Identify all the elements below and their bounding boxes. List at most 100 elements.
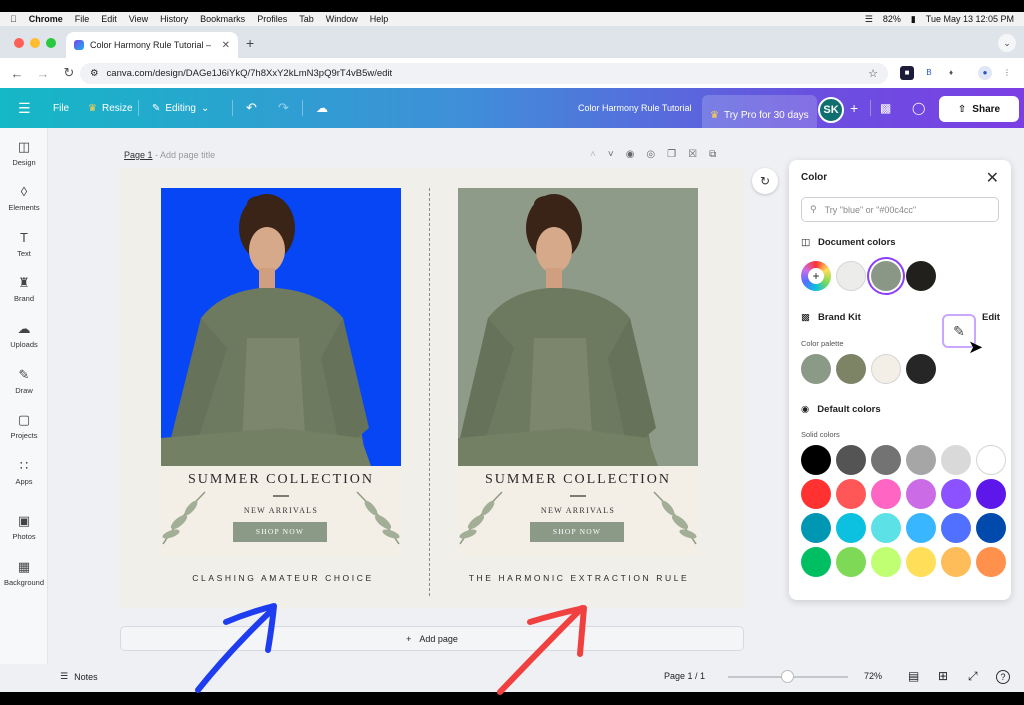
solid-color-swatch[interactable] bbox=[906, 513, 936, 543]
apple-icon[interactable]:  bbox=[10, 14, 17, 24]
tab-search-icon[interactable]: ⌄ bbox=[998, 34, 1016, 52]
model-photo[interactable] bbox=[458, 188, 698, 466]
pages-view-icon[interactable]: ▤ bbox=[908, 669, 919, 683]
solid-color-swatch[interactable] bbox=[801, 513, 831, 543]
solid-color-swatch[interactable] bbox=[976, 547, 1006, 577]
add-page-icon[interactable]: ⧉ bbox=[709, 149, 716, 160]
duplicate-icon[interactable]: ❐ bbox=[667, 149, 676, 160]
forward-icon[interactable]: → bbox=[36, 66, 50, 81]
solid-color-swatch[interactable] bbox=[941, 513, 971, 543]
solid-color-swatch[interactable] bbox=[976, 479, 1006, 509]
solid-color-swatch[interactable] bbox=[871, 547, 901, 577]
solid-color-swatch[interactable] bbox=[941, 547, 971, 577]
new-tab-icon[interactable]: + bbox=[246, 35, 254, 51]
menu-bookmarks[interactable]: Bookmarks bbox=[200, 14, 245, 24]
solid-color-swatch[interactable] bbox=[836, 547, 866, 577]
menu-edit[interactable]: Edit bbox=[101, 14, 117, 24]
add-page-button[interactable]: + Add page bbox=[120, 626, 744, 651]
chevron-up-icon[interactable]: ˄ bbox=[590, 149, 596, 160]
close-tab-icon[interactable]: ✕ bbox=[222, 40, 230, 51]
solid-color-swatch[interactable] bbox=[871, 513, 901, 543]
add-color-button[interactable]: + bbox=[801, 261, 831, 291]
analytics-icon[interactable]: ▩ bbox=[880, 88, 891, 128]
shop-now-button[interactable]: SHOP NOW bbox=[530, 522, 624, 542]
lock-icon[interactable]: ◉ bbox=[626, 149, 635, 160]
model-photo[interactable] bbox=[161, 188, 401, 466]
extension-icon[interactable]: ■ bbox=[900, 66, 914, 80]
extension-icon[interactable]: B bbox=[922, 66, 936, 80]
site-info-icon[interactable]: ⚙ bbox=[90, 68, 99, 79]
solid-color-swatch[interactable] bbox=[941, 479, 971, 509]
cloud-save-icon[interactable]: ☁ bbox=[316, 88, 328, 128]
document-color-swatch[interactable] bbox=[871, 261, 901, 291]
zoom-level[interactable]: 72% bbox=[864, 671, 882, 681]
sidebar-item-text[interactable]: T Text bbox=[0, 231, 48, 259]
chevron-down-icon[interactable]: ˅ bbox=[608, 149, 614, 160]
hide-icon[interactable]: ◎ bbox=[646, 149, 655, 160]
design-caption-harmonic[interactable]: THE HARMONIC EXTRACTION RULE bbox=[439, 573, 719, 583]
app-name[interactable]: Chrome bbox=[29, 14, 63, 24]
comment-icon[interactable]: ◯ bbox=[912, 88, 925, 128]
solid-color-swatch[interactable] bbox=[976, 445, 1006, 475]
solid-color-swatch[interactable] bbox=[976, 513, 1006, 543]
solid-color-swatch[interactable] bbox=[801, 445, 831, 475]
bookmark-star-icon[interactable]: ☆ bbox=[868, 67, 878, 80]
edit-label[interactable]: Edit bbox=[982, 312, 1000, 323]
menu-history[interactable]: History bbox=[160, 14, 188, 24]
solid-color-swatch[interactable] bbox=[906, 445, 936, 475]
solid-color-swatch[interactable] bbox=[836, 479, 866, 509]
menu-help[interactable]: Help bbox=[370, 14, 389, 24]
clock[interactable]: Tue May 13 12:05 PM bbox=[926, 14, 1014, 24]
browser-tab[interactable]: Color Harmony Rule Tutorial – ✕ bbox=[66, 32, 238, 58]
sidebar-item-uploads[interactable]: ☁ Uploads bbox=[0, 322, 48, 350]
brand-palette-swatch[interactable] bbox=[836, 354, 866, 384]
share-button[interactable]: ⇧ Share bbox=[939, 96, 1019, 122]
sidebar-item-apps[interactable]: ∷ Apps bbox=[0, 459, 48, 487]
file-menu[interactable]: File bbox=[53, 88, 69, 128]
zoom-slider-knob[interactable] bbox=[781, 670, 794, 683]
avatar[interactable]: SK bbox=[818, 97, 844, 123]
fullscreen-icon[interactable]: ⤢ bbox=[968, 669, 978, 684]
sidebar-item-projects[interactable]: ▢ Projects bbox=[0, 413, 48, 441]
undo-icon[interactable]: ↶ bbox=[246, 88, 257, 128]
menu-file[interactable]: File bbox=[75, 14, 90, 24]
design-card-harmonic[interactable]: SUMMER COLLECTION NEW ARRIVALS SHOP NOW bbox=[458, 188, 698, 556]
wifi-icon[interactable]: ☰ bbox=[865, 14, 873, 25]
solid-color-swatch[interactable] bbox=[801, 547, 831, 577]
solid-color-swatch[interactable] bbox=[801, 479, 831, 509]
sidebar-item-brand[interactable]: ♜ Brand bbox=[0, 276, 48, 304]
magic-refresh-icon[interactable]: ↻ bbox=[752, 168, 778, 194]
menu-window[interactable]: Window bbox=[326, 14, 358, 24]
reload-icon[interactable]: ↻ bbox=[62, 65, 76, 81]
browser-menu-icon[interactable]: ⋮ bbox=[1000, 66, 1014, 80]
brand-palette-swatch[interactable] bbox=[801, 354, 831, 384]
notes-button[interactable]: ☰ Notes bbox=[60, 671, 98, 682]
close-window-button[interactable] bbox=[14, 38, 24, 48]
address-bar[interactable]: ⚙ canva.com/design/DAGe1J6iYkQ/7h8XxY2kL… bbox=[80, 63, 888, 84]
menu-view[interactable]: View bbox=[129, 14, 148, 24]
solid-color-swatch[interactable] bbox=[906, 547, 936, 577]
sidebar-item-design[interactable]: ◫ Design bbox=[0, 140, 48, 168]
resize-button[interactable]: ♛ Resize bbox=[88, 88, 133, 128]
solid-color-swatch[interactable] bbox=[906, 479, 936, 509]
battery-icon[interactable]: ▮ bbox=[911, 14, 916, 25]
document-color-swatch[interactable] bbox=[906, 261, 936, 291]
minimize-window-button[interactable] bbox=[30, 38, 40, 48]
extensions-puzzle-icon[interactable]: ♦ bbox=[944, 66, 958, 80]
delete-icon[interactable]: ☒ bbox=[688, 149, 697, 160]
grid-view-icon[interactable]: ⊞ bbox=[938, 669, 948, 683]
maximize-window-button[interactable] bbox=[46, 38, 56, 48]
sidebar-item-draw[interactable]: ✎ Draw bbox=[0, 368, 48, 396]
menu-profiles[interactable]: Profiles bbox=[257, 14, 287, 24]
profile-icon[interactable]: ● bbox=[978, 66, 992, 80]
brand-palette-swatch[interactable] bbox=[906, 354, 936, 384]
shop-now-button[interactable]: SHOP NOW bbox=[233, 522, 327, 542]
solid-color-swatch[interactable] bbox=[871, 479, 901, 509]
color-search-input[interactable]: ⚲ Try "blue" or "#00c4cc" bbox=[801, 197, 999, 222]
page-indicator[interactable]: Page 1 / 1 bbox=[664, 671, 705, 681]
solid-color-swatch[interactable] bbox=[836, 513, 866, 543]
page-header[interactable]: Page 1 - Add page title bbox=[124, 150, 215, 160]
add-collaborator-icon[interactable]: + bbox=[850, 88, 858, 128]
sidebar-item-photos[interactable]: ▣ Photos bbox=[0, 514, 48, 542]
editing-mode-dropdown[interactable]: ✎ Editing ⌄ bbox=[152, 88, 209, 128]
